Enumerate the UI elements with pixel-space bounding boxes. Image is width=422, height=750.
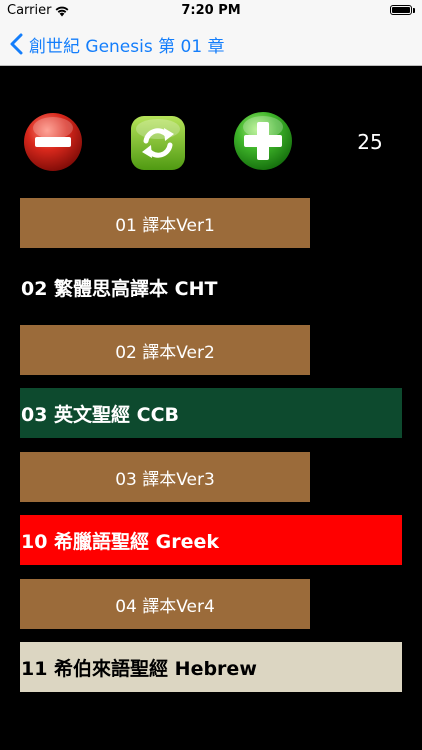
version-button-4[interactable]: 04 譯本Ver4 [20, 579, 310, 629]
translation-row-greek[interactable]: 10 希臘語聖經 Greek [20, 515, 402, 565]
version-button-label: 03 譯本Ver3 [115, 469, 215, 490]
version-button-1[interactable]: 01 譯本Ver1 [20, 198, 310, 248]
screen: Carrier 7:20 PM 創世紀 Genesis 第 01 章 25 01… [0, 0, 422, 750]
back-button[interactable]: 創世紀 Genesis 第 01 章 [10, 31, 225, 57]
battery-level [392, 7, 410, 13]
translation-row-hebrew[interactable]: 11 希伯來語聖經 Hebrew [20, 642, 402, 692]
version-button-label: 02 譯本Ver2 [115, 342, 215, 363]
version-button-3[interactable]: 03 譯本Ver3 [20, 452, 310, 502]
plus-circle-icon[interactable] [233, 111, 293, 171]
status-bar: Carrier 7:20 PM [0, 0, 422, 22]
battery-tip [413, 8, 415, 13]
navigation-bar: 創世紀 Genesis 第 01 章 [0, 22, 422, 66]
translation-label: 11 希伯來語聖經 Hebrew [21, 657, 257, 680]
version-button-label: 01 譯本Ver1 [115, 215, 215, 236]
clock: 7:20 PM [181, 3, 241, 18]
translation-label: 10 希臘語聖經 Greek [21, 530, 220, 553]
refresh-icon[interactable] [130, 115, 186, 171]
translation-row-cht[interactable]: 02 繁體思高譯本 CHT [20, 262, 402, 312]
count-value: 25 [357, 130, 383, 154]
version-button-label: 04 譯本Ver4 [115, 596, 215, 617]
chevron-left-icon [10, 33, 23, 55]
translation-label: 03 英文聖經 CCB [21, 403, 180, 426]
translation-label: 02 繁體思高譯本 CHT [21, 277, 218, 300]
translation-row-ccb[interactable]: 03 英文聖經 CCB [20, 388, 402, 438]
version-button-2[interactable]: 02 譯本Ver2 [20, 325, 310, 375]
minus-circle-icon[interactable] [23, 112, 83, 172]
battery-icon [390, 5, 412, 15]
back-title: 創世紀 Genesis 第 01 章 [29, 36, 225, 57]
